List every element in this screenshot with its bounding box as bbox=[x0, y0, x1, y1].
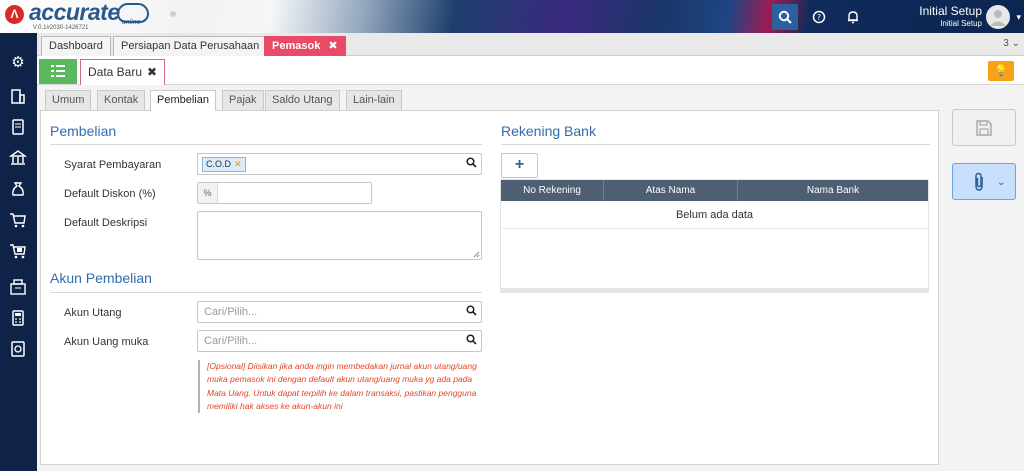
section-divider bbox=[501, 144, 930, 145]
rekening-table: No Rekening Atas Nama Nama Bank Belum ad… bbox=[500, 179, 929, 293]
help-icon[interactable]: ? bbox=[806, 4, 832, 30]
remove-icon[interactable]: ✕ bbox=[234, 159, 242, 169]
tab-label: Dashboard bbox=[49, 40, 103, 52]
report-icon[interactable] bbox=[8, 340, 28, 360]
search-icon[interactable] bbox=[466, 305, 477, 319]
tab-pembelian[interactable]: Pembelian bbox=[150, 90, 216, 111]
logo-text: accurate bbox=[29, 0, 120, 25]
tab-count-value: 3 bbox=[1003, 38, 1009, 49]
section-title-pembelian: Pembelian bbox=[50, 123, 117, 139]
tab-pajak[interactable]: Pajak bbox=[222, 90, 264, 110]
search-icon[interactable] bbox=[466, 157, 477, 171]
tab-persiapan-data[interactable]: Persiapan Data Perusahaan bbox=[113, 36, 268, 56]
default-diskon-field[interactable]: % bbox=[197, 182, 372, 204]
table-scrollbar[interactable] bbox=[501, 288, 928, 292]
resize-handle-icon[interactable] bbox=[473, 251, 480, 258]
tab-pemasok[interactable]: Pemasok ✖ bbox=[264, 36, 346, 56]
user-name[interactable]: Initial Setup Initial Setup bbox=[919, 5, 982, 30]
status-dot-icon bbox=[170, 11, 176, 17]
bell-icon[interactable] bbox=[840, 4, 866, 30]
section-title-akun-pembelian: Akun Pembelian bbox=[50, 270, 152, 286]
form-tab-label: Umum bbox=[52, 94, 85, 106]
document-bar: Data Baru ✖ 💡 bbox=[37, 56, 1024, 85]
lightbulb-icon[interactable]: 💡 bbox=[988, 61, 1014, 81]
tab-count[interactable]: 3 ⌄ bbox=[1003, 38, 1020, 49]
form-tab-label: Lain-lain bbox=[353, 94, 395, 106]
percent-prefix: % bbox=[198, 183, 218, 203]
search-icon[interactable] bbox=[466, 334, 477, 348]
akun-utang-field[interactable]: Cari/Pilih... bbox=[197, 301, 482, 323]
akun-uang-muka-label: Akun Uang muka bbox=[64, 336, 149, 348]
akun-uang-muka-field[interactable]: Cari/Pilih... bbox=[197, 330, 482, 352]
table-header: No Rekening Atas Nama Nama Bank bbox=[501, 180, 928, 201]
tab-saldo-utang[interactable]: Saldo Utang bbox=[265, 90, 340, 110]
logo-mark-icon: Λ bbox=[5, 5, 24, 24]
section-title-rekening-bank: Rekening Bank bbox=[501, 123, 596, 139]
list-button[interactable] bbox=[39, 59, 77, 84]
sidebar: ⚙ bbox=[0, 33, 37, 471]
user-role-label: Initial Setup bbox=[940, 19, 982, 28]
avatar[interactable] bbox=[986, 5, 1010, 29]
tab-label: Persiapan Data Perusahaan bbox=[121, 40, 260, 52]
chevron-down-icon[interactable]: ▾ bbox=[1016, 12, 1021, 23]
form-tab-label: Pajak bbox=[229, 94, 257, 106]
calculator-icon[interactable] bbox=[8, 309, 28, 329]
gear-icon[interactable]: ⚙ bbox=[8, 53, 28, 73]
search-icon[interactable] bbox=[772, 4, 798, 30]
form-tab-label: Saldo Utang bbox=[272, 94, 333, 106]
section-divider bbox=[50, 144, 482, 145]
chevron-down-icon: ⌄ bbox=[997, 177, 1006, 188]
building-icon[interactable] bbox=[8, 87, 28, 107]
akun-utang-placeholder: Cari/Pilih... bbox=[204, 306, 258, 318]
column-no-rekening[interactable]: No Rekening bbox=[501, 180, 604, 201]
cart-icon[interactable] bbox=[8, 211, 28, 231]
save-button[interactable] bbox=[952, 109, 1016, 146]
syarat-pembayaran-field[interactable]: C.O.D ✕ bbox=[197, 153, 482, 175]
close-icon[interactable]: ✖ bbox=[328, 40, 337, 52]
save-icon bbox=[976, 120, 992, 136]
empty-message: Belum ada data bbox=[501, 201, 928, 229]
bank-icon[interactable] bbox=[8, 149, 28, 169]
logo-sub: online bbox=[122, 19, 141, 26]
syarat-chip[interactable]: C.O.D ✕ bbox=[202, 157, 246, 172]
tab-kontak[interactable]: Kontak bbox=[97, 90, 146, 110]
akun-note: [Opsional] Diisikan jika anda ingin memb… bbox=[198, 360, 483, 414]
top-header: Λ accurate online V.0.1#2030-1426721 ? I… bbox=[0, 0, 1024, 33]
column-atas-nama[interactable]: Atas Nama bbox=[604, 180, 738, 201]
close-icon[interactable]: ✖ bbox=[147, 65, 157, 79]
add-rekening-button[interactable]: + bbox=[501, 153, 538, 178]
doc-tab-label: Data Baru bbox=[88, 65, 143, 79]
section-divider bbox=[50, 292, 482, 293]
tab-dashboard[interactable]: Dashboard bbox=[41, 36, 111, 56]
document-icon[interactable] bbox=[8, 118, 28, 138]
akun-utang-label: Akun Utang bbox=[64, 307, 122, 319]
diskon-label: Default Diskon (%) bbox=[64, 188, 156, 200]
deskripsi-label: Default Deskripsi bbox=[64, 217, 148, 229]
tab-lain-lain[interactable]: Lain-lain bbox=[346, 90, 402, 110]
version-label: V.0.1#2030-1426721 bbox=[33, 25, 89, 31]
default-deskripsi-textarea[interactable] bbox=[197, 211, 482, 260]
accurate-logo[interactable]: Λ accurate online V.0.1#2030-1426721 bbox=[5, 0, 235, 31]
form-tab-label: Kontak bbox=[104, 94, 139, 106]
tab-label: Pemasok bbox=[272, 40, 321, 52]
column-nama-bank[interactable]: Nama Bank bbox=[738, 180, 928, 201]
syarat-label: Syarat Pembayaran bbox=[64, 159, 162, 171]
attachment-button[interactable]: ⌄ bbox=[952, 163, 1016, 200]
money-bag-icon[interactable] bbox=[8, 180, 28, 200]
syarat-chip-label: C.O.D bbox=[206, 159, 232, 169]
form-tab-label: Pembelian bbox=[157, 94, 209, 106]
tab-data-baru[interactable]: Data Baru ✖ bbox=[80, 59, 166, 85]
page-tabs: Dashboard Persiapan Data Perusahaan Pema… bbox=[37, 33, 1024, 56]
warehouse-icon[interactable] bbox=[8, 278, 28, 298]
cart-report-icon[interactable] bbox=[8, 242, 28, 262]
tab-umum[interactable]: Umum bbox=[45, 90, 92, 110]
paperclip-icon bbox=[975, 172, 983, 191]
svg-text:?: ? bbox=[817, 13, 821, 22]
akun-uang-muka-placeholder: Cari/Pilih... bbox=[204, 335, 258, 347]
user-name-label: Initial Setup bbox=[919, 4, 982, 18]
form-card: Pembelian Syarat Pembayaran C.O.D ✕ Defau… bbox=[40, 110, 939, 465]
